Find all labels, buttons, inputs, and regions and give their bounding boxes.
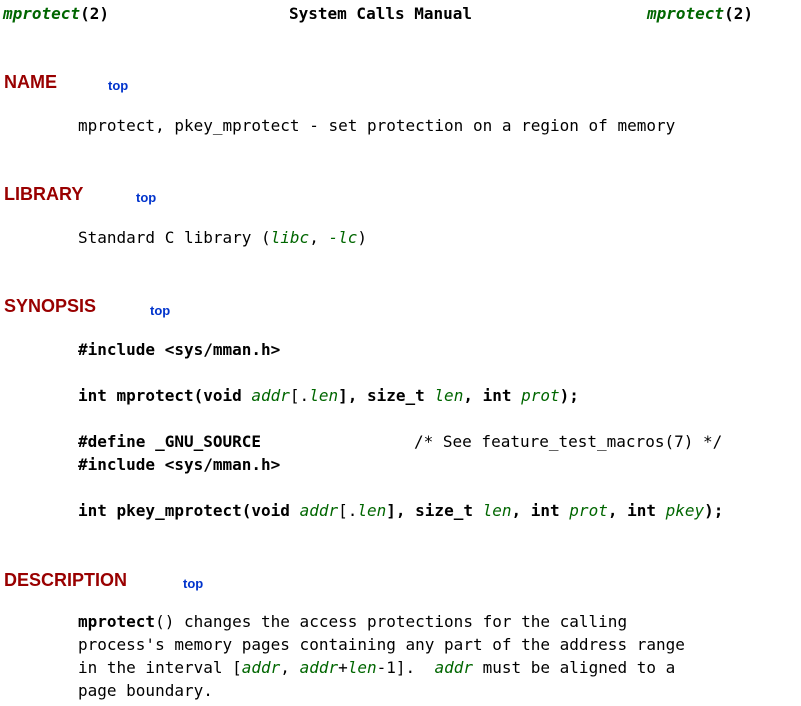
description-top-link[interactable]: top: [183, 576, 203, 591]
description-line-3: in the interval [addr, addr+len-1]. addr…: [78, 658, 676, 677]
section-heading-library: LIBRARY: [4, 184, 84, 204]
section-heading-synopsis: SYNOPSIS: [4, 296, 97, 316]
library-text: Standard C library (libc, -lc): [78, 228, 367, 247]
synopsis-include-1: #include <sys/mman.h>: [78, 340, 281, 359]
section-heading-description: DESCRIPTION: [4, 570, 128, 590]
description-line-1: mprotect() changes the access protection…: [78, 612, 628, 631]
synopsis-define-comment: /* See feature_test_macros(7) */: [414, 432, 723, 451]
synopsis-prototype-mprotect: int mprotect(void addr[.len], size_t len…: [78, 386, 579, 405]
synopsis-prototype-pkey-mprotect: int pkey_mprotect(void addr[.len], size_…: [78, 501, 724, 520]
name-top-link[interactable]: top: [108, 78, 128, 93]
synopsis-top-link[interactable]: top: [150, 303, 170, 318]
header-left-title: mprotect(2): [3, 4, 109, 23]
library-top-link[interactable]: top: [136, 190, 156, 205]
description-line-2: process's memory pages containing any pa…: [78, 635, 685, 654]
synopsis-define: #define _GNU_SOURCE: [78, 432, 262, 451]
description-paragraph: mprotect() changes the access protection…: [78, 610, 685, 702]
synopsis-include-2: #include <sys/mman.h>: [78, 455, 281, 474]
man-header: mprotect(2) System Calls Manual mprotect…: [0, 4, 801, 24]
section-heading-name: NAME: [4, 72, 57, 92]
name-text: mprotect, pkey_mprotect - set protection…: [78, 116, 676, 135]
header-center-title: System Calls Manual: [289, 4, 473, 23]
header-right-title: mprotect(2): [647, 4, 753, 23]
description-line-4: page boundary.: [78, 681, 213, 700]
